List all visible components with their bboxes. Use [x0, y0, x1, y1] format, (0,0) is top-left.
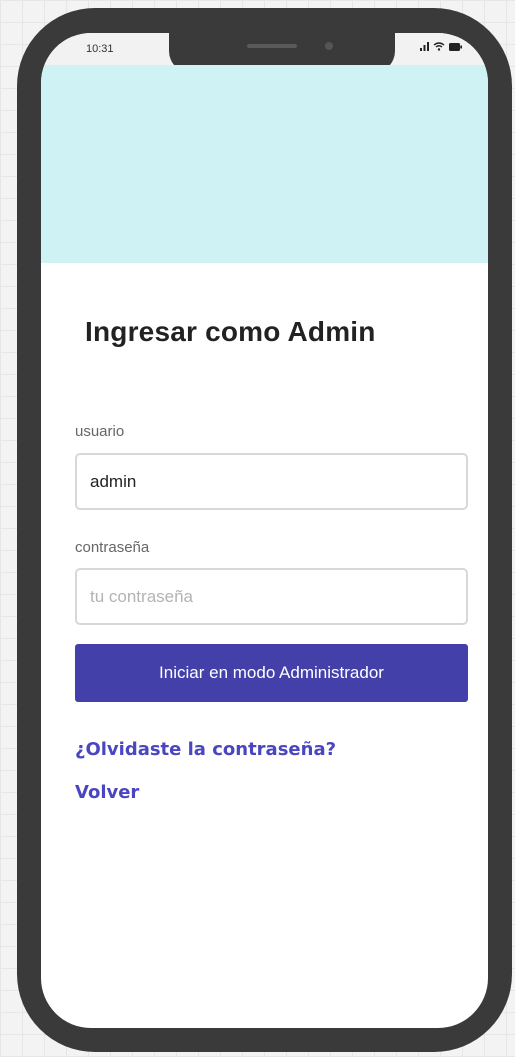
username-input[interactable] — [75, 453, 468, 510]
phone-frame: 10:31 Ingresar como Admin usuario admin … — [17, 8, 512, 1052]
wifi-icon — [433, 42, 445, 51]
speaker-grille — [247, 44, 297, 48]
page-title: Ingresar como Admin — [85, 316, 376, 347]
admin-login-button[interactable]: Iniciar en modo Administrador — [75, 644, 468, 702]
password-input[interactable] — [75, 568, 468, 625]
username-label: usuario — [75, 423, 125, 440]
status-icons — [420, 42, 462, 51]
phone-screen: 10:31 Ingresar como Admin usuario admin … — [41, 33, 488, 1028]
password-label: contraseña — [75, 539, 150, 556]
signal-icon — [420, 42, 429, 51]
status-time: 10:31 — [86, 43, 114, 55]
hero-banner — [41, 65, 488, 263]
camera-icon — [325, 42, 333, 50]
back-link[interactable]: Volver — [75, 782, 139, 803]
forgot-password-link[interactable]: ¿Olvidaste la contraseña? — [75, 739, 336, 760]
battery-icon — [449, 42, 462, 51]
